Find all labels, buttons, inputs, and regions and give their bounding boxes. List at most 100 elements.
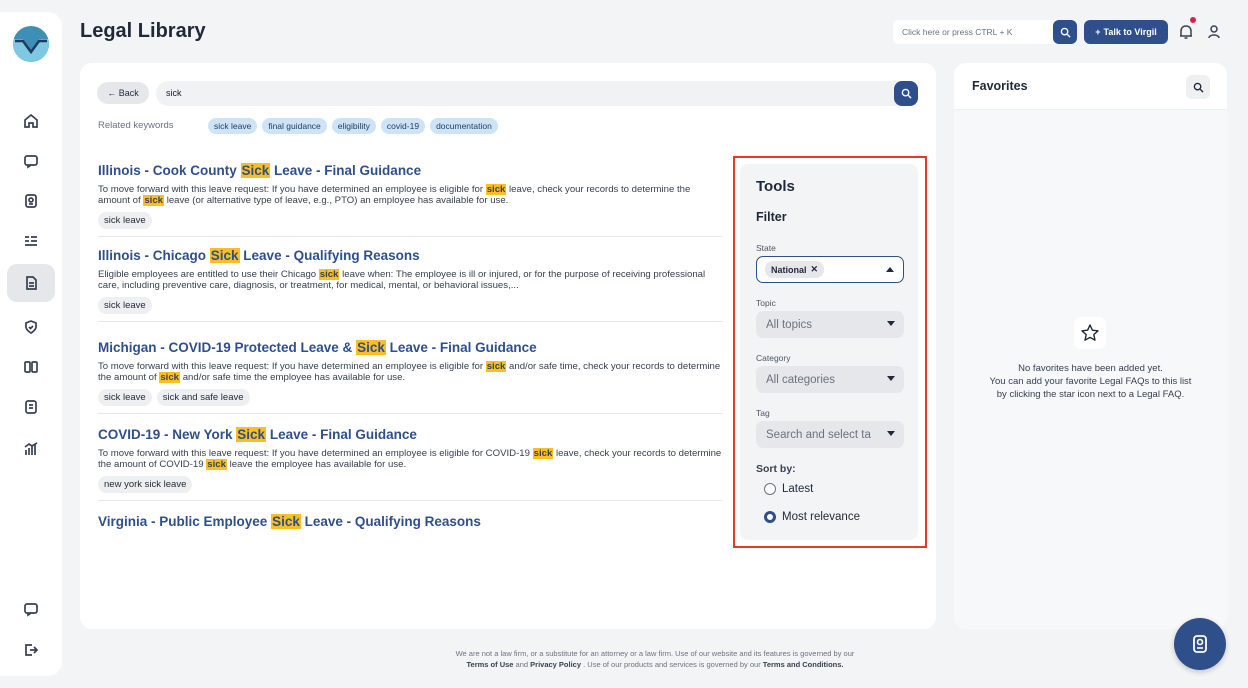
keyword-chip[interactable]: covid-19 [380,118,426,134]
nav-home-icon[interactable] [7,102,55,140]
nav-analytics-icon[interactable] [7,430,55,468]
user-icon[interactable] [1205,22,1225,42]
result-tags: sick leave sick and safe leave [98,389,723,406]
plus-icon: + [1095,27,1101,37]
sort-by-label: Sort by: [756,463,796,475]
keyword-highlight: Sick [271,514,301,529]
result-tag[interactable]: sick and safe leave [156,389,250,406]
caret-down-icon [887,321,895,326]
result-item[interactable]: Michigan - COVID-19 Protected Leave & Si… [98,340,723,414]
state-label: State [756,243,776,253]
library-search-button[interactable] [894,81,918,106]
keyword-chip[interactable]: documentation [430,118,498,134]
related-keywords: sick leave final guidance eligibility co… [208,118,498,134]
result-title[interactable]: Michigan - COVID-19 Protected Leave & Si… [98,340,723,356]
terms-of-use-link[interactable]: Terms of Use [467,660,514,669]
result-tag[interactable]: sick leave [98,389,152,406]
terms-conditions-link[interactable]: Terms and Conditions. [763,660,844,669]
keyword-highlight: sick [485,361,507,372]
sort-option-most-relevance[interactable]: Most relevance [764,511,860,523]
search-icon [1193,82,1204,93]
state-select[interactable]: National ✕ [756,256,904,283]
sort-option-label: Latest [782,483,814,495]
nav-compare-icon[interactable] [7,348,55,386]
talk-to-virgil-label: Talk to Virgil [1103,27,1157,37]
search-icon [1060,27,1071,38]
result-tag[interactable]: new york sick leave [98,476,193,493]
nav-document-icon[interactable] [7,264,55,302]
result-description: To move forward with this leave request:… [98,448,722,470]
logout-icon[interactable] [7,631,55,669]
tools-title: Tools [756,178,795,195]
nav-shield-icon[interactable] [7,308,55,346]
star-icon [1074,317,1106,349]
result-description: Eligible employees are entitled to use t… [98,269,706,291]
favorites-title: Favorites [972,79,1028,93]
keyword-chip[interactable]: sick leave [208,118,258,134]
talk-to-virgil-button[interactable]: + Talk to Virgil [1084,20,1168,44]
favorites-search-button[interactable] [1186,75,1210,99]
result-tags: new york sick leave [98,476,723,493]
caret-down-icon [887,431,895,436]
result-title[interactable]: COVID-19 - New York Sick Leave - Final G… [98,427,723,443]
result-title[interactable]: Illinois - Cook County Sick Leave - Fina… [98,163,723,179]
result-item[interactable]: Illinois - Cook County Sick Leave - Fina… [98,163,723,237]
empty-line: You can add your favorite Legal FAQs to … [989,376,1192,387]
assistant-badge-icon [1193,635,1207,653]
keyword-highlight: Sick [356,340,386,355]
virgil-assistant-button[interactable] [1174,618,1226,670]
notification-dot [1190,17,1196,23]
footer-line-1: We are not a law firm, or a substitute f… [455,649,855,658]
app-logo[interactable] [13,26,49,62]
empty-line: No favorites have been added yet. [1018,363,1163,374]
favorites-body: No favorites have been added yet. You ca… [954,110,1227,629]
keyword-highlight: Sick [209,248,240,263]
privacy-policy-link[interactable]: Privacy Policy [530,660,581,669]
remove-chip-icon[interactable]: ✕ [811,264,819,275]
result-description: To move forward with this leave request:… [98,361,721,383]
topic-select[interactable]: All topics [756,311,904,338]
nav-feedback-icon[interactable] [7,590,55,628]
tag-select[interactable]: Search and select ta [756,421,904,448]
sidebar [0,12,62,676]
legal-library-panel: ← Back sick Related keywords sick leave … [80,63,936,629]
nav-chat-icon[interactable] [7,142,55,180]
footer-disclaimer: We are not a law firm, or a substitute f… [380,648,930,670]
global-search[interactable] [893,20,1077,44]
notification-bell-icon[interactable] [1176,22,1196,42]
favorites-panel: Favorites No favorites have been added y… [954,63,1227,629]
keyword-highlight: sick [159,372,181,383]
keyword-highlight: sick [532,448,554,459]
category-value: All categories [766,373,836,386]
result-tag[interactable]: sick leave [98,212,152,229]
library-search-bar[interactable]: sick [156,81,918,106]
global-search-button[interactable] [1053,20,1077,44]
result-item[interactable]: Virginia - Public Employee Sick Leave - … [98,514,723,537]
result-title[interactable]: Virginia - Public Employee Sick Leave - … [98,514,723,530]
global-search-input[interactable] [893,27,1053,37]
tag-label: Tag [756,408,770,418]
radio-button[interactable] [764,483,776,495]
search-query[interactable]: sick [166,88,182,98]
radio-button-selected[interactable] [764,511,776,523]
topic-label: Topic [756,298,776,308]
back-button[interactable]: ← Back [97,82,149,104]
related-keywords-label: Related keywords [98,120,174,131]
state-chip[interactable]: National ✕ [765,261,825,278]
filter-title: Filter [756,210,787,224]
sort-option-latest[interactable]: Latest [764,483,813,495]
nav-badge-icon[interactable] [7,182,55,220]
result-tag[interactable]: sick leave [98,297,152,314]
search-results: Illinois - Cook County Sick Leave - Fina… [98,163,723,537]
category-select[interactable]: All categories [756,366,904,393]
result-item[interactable]: COVID-19 - New York Sick Leave - Final G… [98,427,723,501]
footer-text: . Use of our products and services is go… [581,660,763,669]
footer-text: and [513,660,531,669]
result-title[interactable]: Illinois - Chicago Sick Leave - Qualifyi… [98,248,723,264]
keyword-highlight: sick [485,184,507,195]
keyword-chip[interactable]: eligibility [331,118,376,134]
result-item[interactable]: Illinois - Chicago Sick Leave - Qualifyi… [98,248,723,322]
nav-list-icon[interactable] [7,222,55,260]
keyword-chip[interactable]: final guidance [262,118,327,134]
nav-calendar-icon[interactable] [7,388,55,426]
